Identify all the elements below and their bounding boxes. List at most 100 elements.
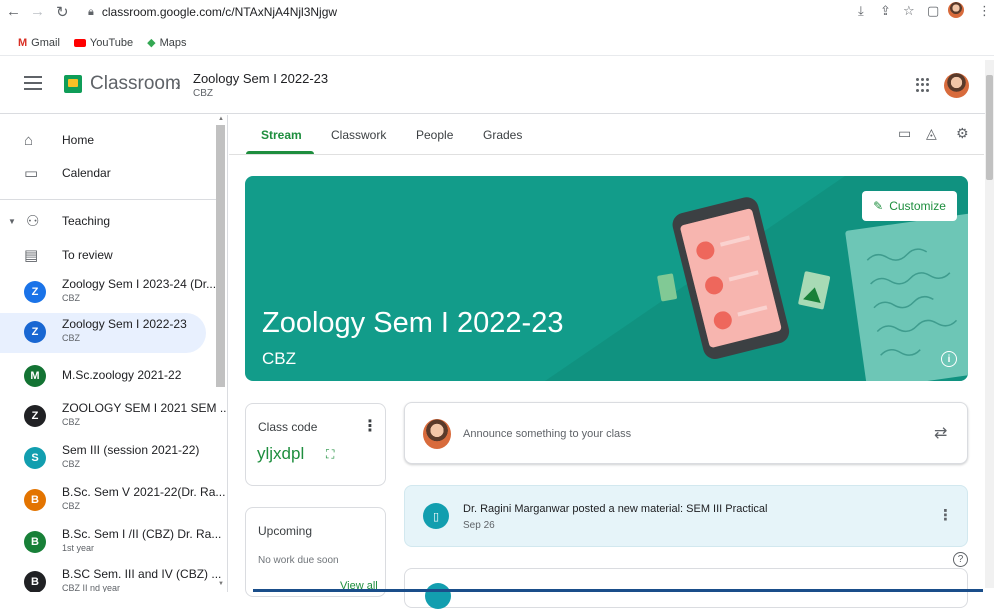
class-section: CBZ: [62, 293, 80, 303]
tab-people[interactable]: People: [416, 128, 453, 142]
class-avatar: B: [24, 571, 46, 592]
post-date: Sep 26: [463, 520, 495, 531]
upcoming-title: Upcoming: [258, 524, 313, 538]
forward-arrow-icon[interactable]: →: [30, 3, 45, 20]
info-icon[interactable]: i: [941, 351, 957, 367]
page-scrollbar-thumb[interactable]: [986, 75, 993, 180]
sidebar-class-item[interactable]: B B.Sc. Sem V 2021-22(Dr. Ra... CBZ: [0, 481, 225, 521]
customize-button[interactable]: ✎ Customize: [862, 191, 957, 221]
install-app-icon[interactable]: ⤓: [858, 3, 864, 19]
class-section: CBZ: [62, 333, 80, 343]
sidebar-item-home[interactable]: ⌂ Home: [0, 123, 206, 157]
chevron-right-icon: ›: [175, 75, 181, 94]
banner-illustration: [545, 176, 968, 381]
classroom-logo-icon[interactable]: [64, 75, 82, 93]
breadcrumb-class-section: CBZ: [193, 88, 213, 99]
help-icon[interactable]: ?: [953, 552, 968, 567]
sidebar-item-to-review[interactable]: ▤ To review: [0, 238, 206, 272]
sidebar-class-item[interactable]: Z Zoology Sem I 2023-24 (Dr... CBZ: [0, 273, 216, 313]
lock-icon: 🔒︎: [88, 5, 94, 18]
class-section: CBZ: [62, 417, 80, 427]
app-title[interactable]: Classroom: [90, 73, 181, 95]
back-arrow-icon[interactable]: ←: [6, 3, 21, 20]
reload-icon[interactable]: ↻: [56, 3, 69, 21]
class-section: CBZ: [62, 459, 80, 469]
sidebar-class-item[interactable]: Z ZOOLOGY SEM I 2021 SEM ... CBZ: [0, 397, 227, 437]
material-icon: [425, 583, 451, 609]
sidebar-item-teaching[interactable]: ▼ ⚇ Teaching: [0, 204, 206, 238]
class-avatar: Z: [24, 321, 46, 343]
bookmark-gmail[interactable]: M Gmail: [18, 36, 60, 49]
post-title[interactable]: Dr. Ragini Marganwar posted a new materi…: [463, 503, 767, 515]
banner-class-title: Zoology Sem I 2022-23: [262, 307, 564, 339]
stream-post-card-partial[interactable]: [404, 568, 968, 609]
class-code-card: Class code ⋮ yljxdpl ⛶: [245, 403, 386, 486]
class-name: B.Sc. Sem I /II (CBZ) Dr. Ra...: [62, 527, 222, 541]
review-icon: ▤: [24, 247, 39, 264]
gmail-icon: M: [18, 36, 28, 49]
fullscreen-icon[interactable]: ⛶: [326, 447, 334, 462]
class-code-value: yljxdpl: [257, 444, 305, 463]
class-section: CBZ: [62, 501, 80, 511]
class-name: ZOOLOGY SEM I 2021 SEM ...: [62, 401, 228, 415]
more-vert-icon[interactable]: ⋮: [938, 506, 953, 524]
scroll-down-arrow-icon[interactable]: ▼: [218, 581, 224, 587]
sidebar-class-item-active[interactable]: Z Zoology Sem I 2022-23 CBZ: [0, 313, 206, 353]
tab-grades[interactable]: Grades: [483, 128, 522, 142]
class-name: Sem III (session 2021-22): [62, 443, 200, 457]
class-code-label: Class code: [258, 420, 318, 434]
account-avatar[interactable]: [944, 73, 969, 98]
class-avatar: M: [24, 365, 46, 387]
breadcrumb-class-title: Zoology Sem I 2022-23: [193, 71, 329, 86]
app-header: Classroom › Zoology Sem I 2022-23 CBZ: [0, 56, 994, 114]
sidebar-class-item[interactable]: M M.Sc.zoology 2021-22: [0, 356, 206, 396]
calendar-icon: ▭: [24, 165, 39, 182]
hamburger-menu-icon[interactable]: [24, 76, 42, 90]
repost-icon[interactable]: ⇄: [934, 423, 947, 443]
more-menu-icon[interactable]: ⋮: [978, 3, 991, 19]
pencil-icon: ✎: [873, 199, 884, 213]
tab-classwork[interactable]: Classwork: [331, 128, 386, 142]
upcoming-empty-text: No work due soon: [258, 555, 339, 566]
url-text: classroom.google.com/c/NTAxNjA4Njl3Njgw: [101, 5, 338, 19]
sidebar-class-item[interactable]: S Sem III (session 2021-22) CBZ: [0, 439, 206, 479]
bookmark-star-icon[interactable]: ☆: [903, 3, 915, 19]
sidebar-item-calendar[interactable]: ▭ Calendar: [0, 156, 206, 190]
caret-down-icon: ▼: [8, 216, 16, 226]
tab-stream[interactable]: Stream: [261, 128, 302, 142]
class-section: CBZ II nd year: [62, 583, 121, 592]
class-name: Zoology Sem I 2022-23: [62, 317, 187, 331]
sidebar-class-item[interactable]: B B.SC Sem. III and IV (CBZ) ... CBZ II …: [0, 563, 221, 592]
bookmark-youtube[interactable]: YouTube: [73, 36, 133, 49]
class-banner: ✎ Customize Zoology Sem I 2022-23 CBZ i: [245, 176, 968, 381]
class-section: 1st year: [62, 543, 95, 553]
banner-class-section: CBZ: [262, 349, 296, 368]
class-avatar: Z: [24, 281, 46, 303]
class-avatar: Z: [24, 405, 46, 427]
settings-gear-icon[interactable]: ⚙: [956, 125, 969, 142]
home-icon: ⌂: [24, 131, 34, 149]
bookmark-maps[interactable]: ◆ Maps: [147, 36, 186, 50]
drive-folder-icon[interactable]: ◬: [926, 125, 937, 142]
announce-input[interactable]: Announce something to your class: [463, 428, 631, 440]
sidebar: ⌂ Home ▭ Calendar ▼ ⚇ Teaching ▤ To revi…: [0, 115, 228, 592]
class-name: Zoology Sem I 2023-24 (Dr...: [62, 277, 217, 291]
address-bar[interactable]: 🔒︎ classroom.google.com/c/NTAxNjA4Njl3Nj…: [88, 2, 788, 22]
browser-profile-avatar[interactable]: [948, 2, 964, 18]
tab-view-icon[interactable]: ▢: [927, 3, 939, 19]
sidebar-divider: [0, 199, 216, 200]
scroll-up-arrow-icon[interactable]: ▲: [218, 116, 224, 122]
browser-chrome: ← → ↻ 🔒︎ classroom.google.com/c/NTAxNjA4…: [0, 0, 994, 56]
people-icon: ⚇: [26, 213, 40, 230]
sidebar-scrollbar[interactable]: [216, 125, 225, 387]
announce-card[interactable]: Announce something to your class ⇄: [404, 402, 968, 464]
class-avatar: S: [24, 447, 46, 469]
more-vert-icon[interactable]: ⋮: [362, 416, 378, 436]
sidebar-class-item[interactable]: B B.Sc. Sem I /II (CBZ) Dr. Ra... 1st ye…: [0, 523, 221, 563]
share-icon[interactable]: ⇪: [880, 3, 891, 19]
google-apps-icon[interactable]: [916, 78, 930, 92]
user-avatar: [423, 419, 451, 449]
calendar-icon[interactable]: ▭: [898, 125, 911, 142]
maps-icon: ◆: [147, 37, 156, 49]
stream-post-card[interactable]: ▯ Dr. Ragini Marganwar posted a new mate…: [404, 485, 968, 547]
